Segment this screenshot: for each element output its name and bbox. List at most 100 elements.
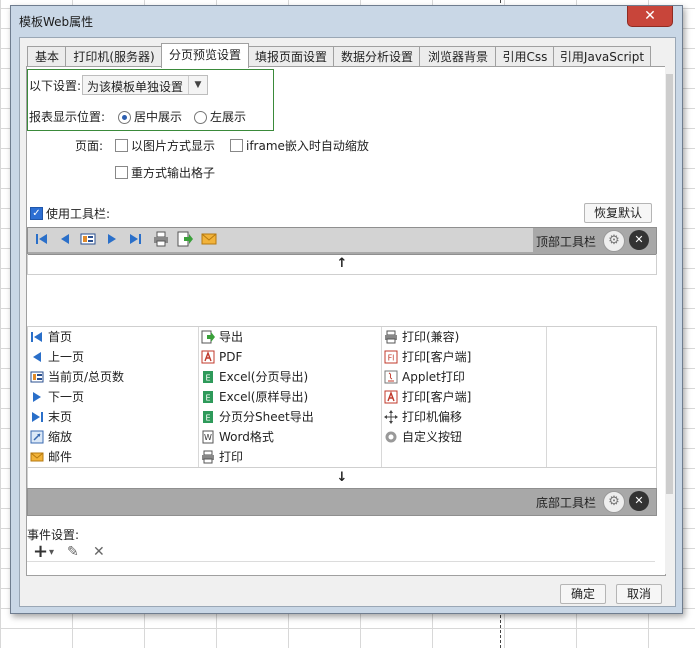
pdf-icon (201, 350, 215, 364)
pdf-icon (384, 390, 398, 404)
btn-applet-print-label: Applet打印 (402, 370, 465, 384)
add-event-dropdown-icon[interactable]: ▾ (49, 547, 54, 558)
btn-excel-paged-label: Excel(分页导出) (219, 370, 309, 384)
restore-default-button[interactable]: 恢复默认 (584, 203, 652, 223)
events-list[interactable] (27, 561, 655, 574)
btn-pdf-label: PDF (219, 350, 243, 364)
top-toolbar-label: 顶部工具栏 (536, 235, 597, 249)
btn-print-compatible-label: 打印(兼容) (402, 330, 460, 344)
next-page-icon (30, 390, 44, 404)
btn-prev-page-label: 上一页 (48, 350, 85, 364)
top-toolbar-bar: 顶部工具栏 ⚙ ✕ (27, 227, 657, 255)
btn-printer-offset-label: 打印机偏移 (402, 410, 463, 424)
email-icon (30, 450, 44, 464)
bottom-toolbar-gear-icon[interactable]: ⚙ (603, 491, 625, 513)
radio-center-label: 居中展示 (134, 110, 183, 124)
display-settings-group: 以下设置: 为该模板单独设置 ▼ 报表显示位置: 居中展示 左展示 (27, 69, 274, 131)
move-up-button[interactable]: ↑ (27, 254, 657, 275)
use-toolbar-checkbox[interactable]: ✓ (30, 207, 43, 220)
scope-label: 以下设置: (29, 79, 82, 93)
first-page-icon[interactable] (34, 231, 50, 247)
scope-select[interactable]: 为该模板单独设置 ▼ (82, 75, 208, 95)
btn-word-label: Word格式 (219, 430, 274, 444)
grid-output-label: 重方式输出格子 (131, 166, 216, 180)
image-mode-label: 以图片方式显示 (131, 139, 216, 153)
grid-divider (381, 327, 382, 467)
flash-print-icon: Fl (384, 350, 398, 364)
panel-scrollbar[interactable] (665, 66, 674, 574)
page-preview-panel: 以下设置: 为该模板单独设置 ▼ 报表显示位置: 居中展示 左展示 页面: 以图… (26, 66, 666, 576)
prev-page-icon[interactable] (57, 231, 73, 247)
btn-excel-original-label: Excel(原样导出) (219, 390, 309, 404)
tab-data-analysis[interactable]: 数据分析设置 (333, 46, 421, 67)
available-buttons-grid: 首页 上一页 当前页/总页数 下一页 末页 缩放 邮件 导出 PDF E Exc… (27, 326, 657, 468)
ok-button[interactable]: 确定 (560, 584, 606, 604)
page-label: 页面: (75, 139, 104, 153)
btn-first-page-label: 首页 (48, 330, 73, 344)
word-icon: W (201, 430, 215, 444)
btn-next-page-label: 下一页 (48, 390, 85, 404)
edit-event-icon[interactable]: ✎ (67, 544, 79, 560)
move-down-button[interactable]: ↓ (27, 467, 657, 489)
chevron-down-icon[interactable]: ▼ (188, 76, 207, 94)
export-icon[interactable] (177, 231, 193, 247)
zoom-icon (30, 430, 44, 444)
add-event-icon[interactable]: + (33, 541, 48, 562)
tab-browser-background[interactable]: 浏览器背景 (419, 46, 497, 67)
cancel-button[interactable]: 取消 (616, 584, 662, 604)
btn-zoom-label: 缩放 (48, 430, 73, 444)
btn-print-label: 打印 (219, 450, 244, 464)
btn-page-number-label: 当前页/总页数 (48, 370, 125, 384)
svg-text:W: W (204, 433, 212, 442)
top-toolbar-remove-icon[interactable]: ✕ (629, 230, 649, 250)
tab-printer-server[interactable]: 打印机(服务器) (65, 46, 163, 67)
radio-left[interactable] (194, 111, 207, 124)
btn-email-label: 邮件 (48, 450, 73, 464)
use-toolbar-label: 使用工具栏: (46, 207, 111, 221)
prev-page-icon (30, 350, 44, 364)
btn-export-label: 导出 (219, 330, 244, 344)
svg-text:Fl: Fl (388, 354, 395, 363)
tab-fill-page[interactable]: 填报页面设置 (247, 46, 335, 67)
svg-text:E: E (205, 414, 210, 423)
btn-last-page-label: 末页 (48, 410, 73, 424)
export-icon (201, 330, 215, 344)
tab-javascript[interactable]: 引用JavaScript (553, 46, 651, 67)
close-button[interactable]: ✕ (627, 6, 673, 27)
scrollbar-thumb[interactable] (666, 74, 673, 494)
svg-text:E: E (205, 394, 210, 403)
tab-page-preview[interactable]: 分页预览设置 (161, 43, 249, 68)
bottom-toolbar-remove-icon[interactable]: ✕ (629, 491, 649, 511)
bottom-toolbar-label: 底部工具栏 (536, 496, 597, 510)
excel-icon: E (201, 390, 215, 404)
page-number-icon[interactable] (80, 231, 96, 247)
next-page-icon[interactable] (104, 231, 120, 247)
email-icon[interactable] (201, 231, 217, 247)
scope-select-value: 为该模板单独设置 (87, 80, 184, 94)
delete-event-icon[interactable]: ✕ (93, 544, 105, 560)
top-toolbar-icons (28, 228, 533, 252)
tab-basic[interactable]: 基本 (27, 46, 67, 67)
print-icon[interactable] (153, 231, 169, 247)
svg-text:E: E (205, 374, 210, 383)
radio-center[interactable] (118, 111, 131, 124)
btn-print-client-pdf-label: 打印[客户端] (402, 390, 472, 404)
applet-icon (384, 370, 398, 384)
move-icon (384, 410, 398, 424)
page-number-icon (30, 370, 44, 384)
dialog-client-area: 基本 打印机(服务器) 分页预览设置 填报页面设置 数据分析设置 浏览器背景 引… (19, 37, 676, 607)
iframe-autoscale-checkbox[interactable] (230, 139, 243, 152)
btn-print-client-flash-label: 打印[客户端] (402, 350, 472, 364)
print-icon (384, 330, 398, 344)
last-page-icon[interactable] (127, 231, 143, 247)
tab-css[interactable]: 引用Css (495, 46, 555, 67)
print-icon (201, 450, 215, 464)
grid-output-checkbox[interactable] (115, 166, 128, 179)
excel-icon: E (201, 370, 215, 384)
grid-divider (198, 327, 199, 467)
title-bar[interactable]: 模板Web属性 ✕ (11, 6, 682, 36)
bottom-toolbar-bar: 底部工具栏 ⚙ ✕ (27, 488, 657, 516)
top-toolbar-gear-icon[interactable]: ⚙ (603, 230, 625, 252)
image-mode-checkbox[interactable] (115, 139, 128, 152)
dialog-title: 模板Web属性 (19, 15, 94, 29)
